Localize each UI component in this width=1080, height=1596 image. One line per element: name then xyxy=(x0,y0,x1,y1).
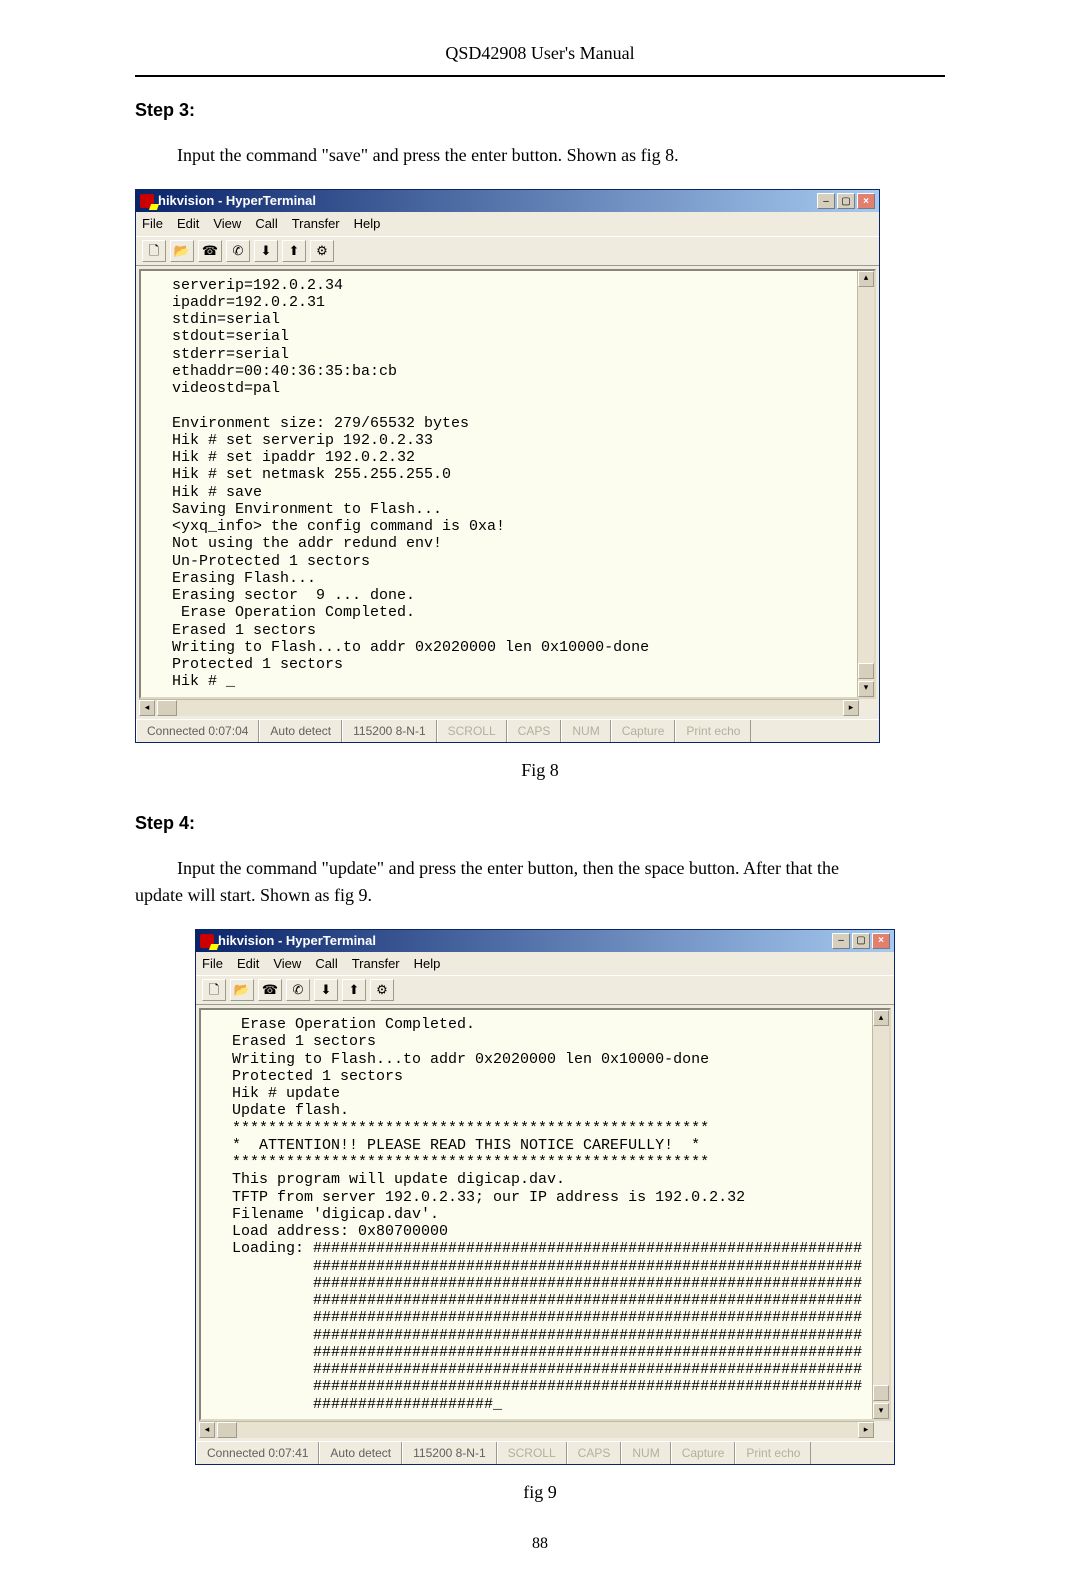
menu-transfer[interactable]: Transfer xyxy=(292,214,340,234)
statusbar: Connected 0:07:04 Auto detect 115200 8-N… xyxy=(136,719,879,742)
statusbar: Connected 0:07:41 Auto detect 115200 8-N… xyxy=(196,1441,894,1464)
scroll-thumb[interactable] xyxy=(858,663,874,679)
scroll-up-icon[interactable]: ▴ xyxy=(873,1010,889,1026)
hscroll-thumb[interactable] xyxy=(217,1422,237,1438)
hyperterminal-window-fig9: hikvision - HyperTerminal – ▢ × File Edi… xyxy=(195,929,895,1465)
receive-icon[interactable]: ⬆ xyxy=(342,979,366,1001)
terminal-output: Erase Operation Completed. Erased 1 sect… xyxy=(199,1008,891,1421)
scroll-right-icon[interactable]: ▸ xyxy=(843,700,859,716)
titlebar[interactable]: hikvision - HyperTerminal – ▢ × xyxy=(136,190,879,212)
status-echo: Print echo xyxy=(735,1442,811,1464)
new-icon[interactable]: 🗋 xyxy=(202,979,226,1001)
terminal-output: serverip=192.0.2.34 ipaddr=192.0.2.31 st… xyxy=(139,269,876,699)
scroll-down-icon[interactable]: ▾ xyxy=(858,681,874,697)
status-connected: Connected 0:07:04 xyxy=(136,720,259,742)
menubar: File Edit View Call Transfer Help xyxy=(196,952,894,976)
fig9-caption: fig 9 xyxy=(135,1479,945,1506)
open-icon[interactable]: 📂 xyxy=(170,240,194,262)
menu-edit[interactable]: Edit xyxy=(237,954,259,974)
menu-edit[interactable]: Edit xyxy=(177,214,199,234)
step3-heading: Step 3: xyxy=(135,97,945,124)
properties-icon[interactable]: ⚙ xyxy=(310,240,334,262)
minimize-button[interactable]: – xyxy=(817,193,835,209)
maximize-button[interactable]: ▢ xyxy=(852,933,870,949)
close-button[interactable]: × xyxy=(872,933,890,949)
titlebar[interactable]: hikvision - HyperTerminal – ▢ × xyxy=(196,930,894,952)
status-speed: 115200 8-N-1 xyxy=(402,1442,497,1464)
status-connected: Connected 0:07:41 xyxy=(196,1442,319,1464)
step3-body: Input the command "save" and press the e… xyxy=(135,142,945,169)
maximize-button[interactable]: ▢ xyxy=(837,193,855,209)
menu-view[interactable]: View xyxy=(213,214,241,234)
menubar: File Edit View Call Transfer Help xyxy=(136,212,879,236)
connect-icon[interactable]: ☎ xyxy=(198,240,222,262)
window-title: hikvision - HyperTerminal xyxy=(158,191,316,211)
toolbar: 🗋 📂 ☎ ✆ ⬇ ⬆ ⚙ xyxy=(136,236,879,266)
hscroll-thumb[interactable] xyxy=(157,700,177,716)
status-capture: Capture xyxy=(671,1442,736,1464)
status-capture: Capture xyxy=(611,720,676,742)
status-scroll: SCROLL xyxy=(437,720,507,742)
app-icon xyxy=(140,194,154,208)
hyperterminal-window-fig8: hikvision - HyperTerminal – ▢ × File Edi… xyxy=(135,189,880,743)
scroll-thumb[interactable] xyxy=(873,1385,889,1401)
status-scroll: SCROLL xyxy=(497,1442,567,1464)
open-icon[interactable]: 📂 xyxy=(230,979,254,1001)
horizontal-scrollbar[interactable]: ◂ ▸ xyxy=(199,1421,874,1438)
menu-transfer[interactable]: Transfer xyxy=(352,954,400,974)
step4-heading: Step 4: xyxy=(135,810,945,837)
header-rule xyxy=(135,75,945,77)
scroll-up-icon[interactable]: ▴ xyxy=(858,271,874,287)
step4-body: Input the command "update" and press the… xyxy=(135,855,945,909)
scroll-corner xyxy=(874,1421,891,1438)
disconnect-icon[interactable]: ✆ xyxy=(286,979,310,1001)
minimize-button[interactable]: – xyxy=(832,933,850,949)
properties-icon[interactable]: ⚙ xyxy=(370,979,394,1001)
scroll-right-icon[interactable]: ▸ xyxy=(858,1422,874,1438)
menu-file[interactable]: File xyxy=(202,954,223,974)
menu-view[interactable]: View xyxy=(273,954,301,974)
send-icon[interactable]: ⬇ xyxy=(254,240,278,262)
scroll-down-icon[interactable]: ▾ xyxy=(873,1403,889,1419)
receive-icon[interactable]: ⬆ xyxy=(282,240,306,262)
page-number: 88 xyxy=(135,1532,945,1556)
send-icon[interactable]: ⬇ xyxy=(314,979,338,1001)
page-header-title: QSD42908 User's Manual xyxy=(135,40,945,67)
status-num: NUM xyxy=(621,1442,670,1464)
new-icon[interactable]: 🗋 xyxy=(142,240,166,262)
scroll-left-icon[interactable]: ◂ xyxy=(199,1422,215,1438)
status-echo: Print echo xyxy=(675,720,751,742)
menu-help[interactable]: Help xyxy=(414,954,441,974)
menu-call[interactable]: Call xyxy=(255,214,277,234)
menu-call[interactable]: Call xyxy=(315,954,337,974)
disconnect-icon[interactable]: ✆ xyxy=(226,240,250,262)
connect-icon[interactable]: ☎ xyxy=(258,979,282,1001)
status-caps: CAPS xyxy=(567,1442,622,1464)
status-caps: CAPS xyxy=(507,720,562,742)
app-icon xyxy=(200,934,214,948)
status-detect: Auto detect xyxy=(319,1442,402,1464)
status-num: NUM xyxy=(561,720,610,742)
status-speed: 115200 8-N-1 xyxy=(342,720,437,742)
close-button[interactable]: × xyxy=(857,193,875,209)
status-detect: Auto detect xyxy=(259,720,342,742)
scroll-left-icon[interactable]: ◂ xyxy=(139,700,155,716)
menu-file[interactable]: File xyxy=(142,214,163,234)
menu-help[interactable]: Help xyxy=(354,214,381,234)
vertical-scrollbar[interactable]: ▴▾ xyxy=(872,1010,889,1419)
fig8-caption: Fig 8 xyxy=(135,757,945,784)
scroll-corner xyxy=(859,699,876,716)
toolbar: 🗋 📂 ☎ ✆ ⬇ ⬆ ⚙ xyxy=(196,975,894,1005)
window-title: hikvision - HyperTerminal xyxy=(218,931,376,951)
horizontal-scrollbar[interactable]: ◂ ▸ xyxy=(139,699,859,716)
vertical-scrollbar[interactable]: ▴▾ xyxy=(857,271,874,697)
